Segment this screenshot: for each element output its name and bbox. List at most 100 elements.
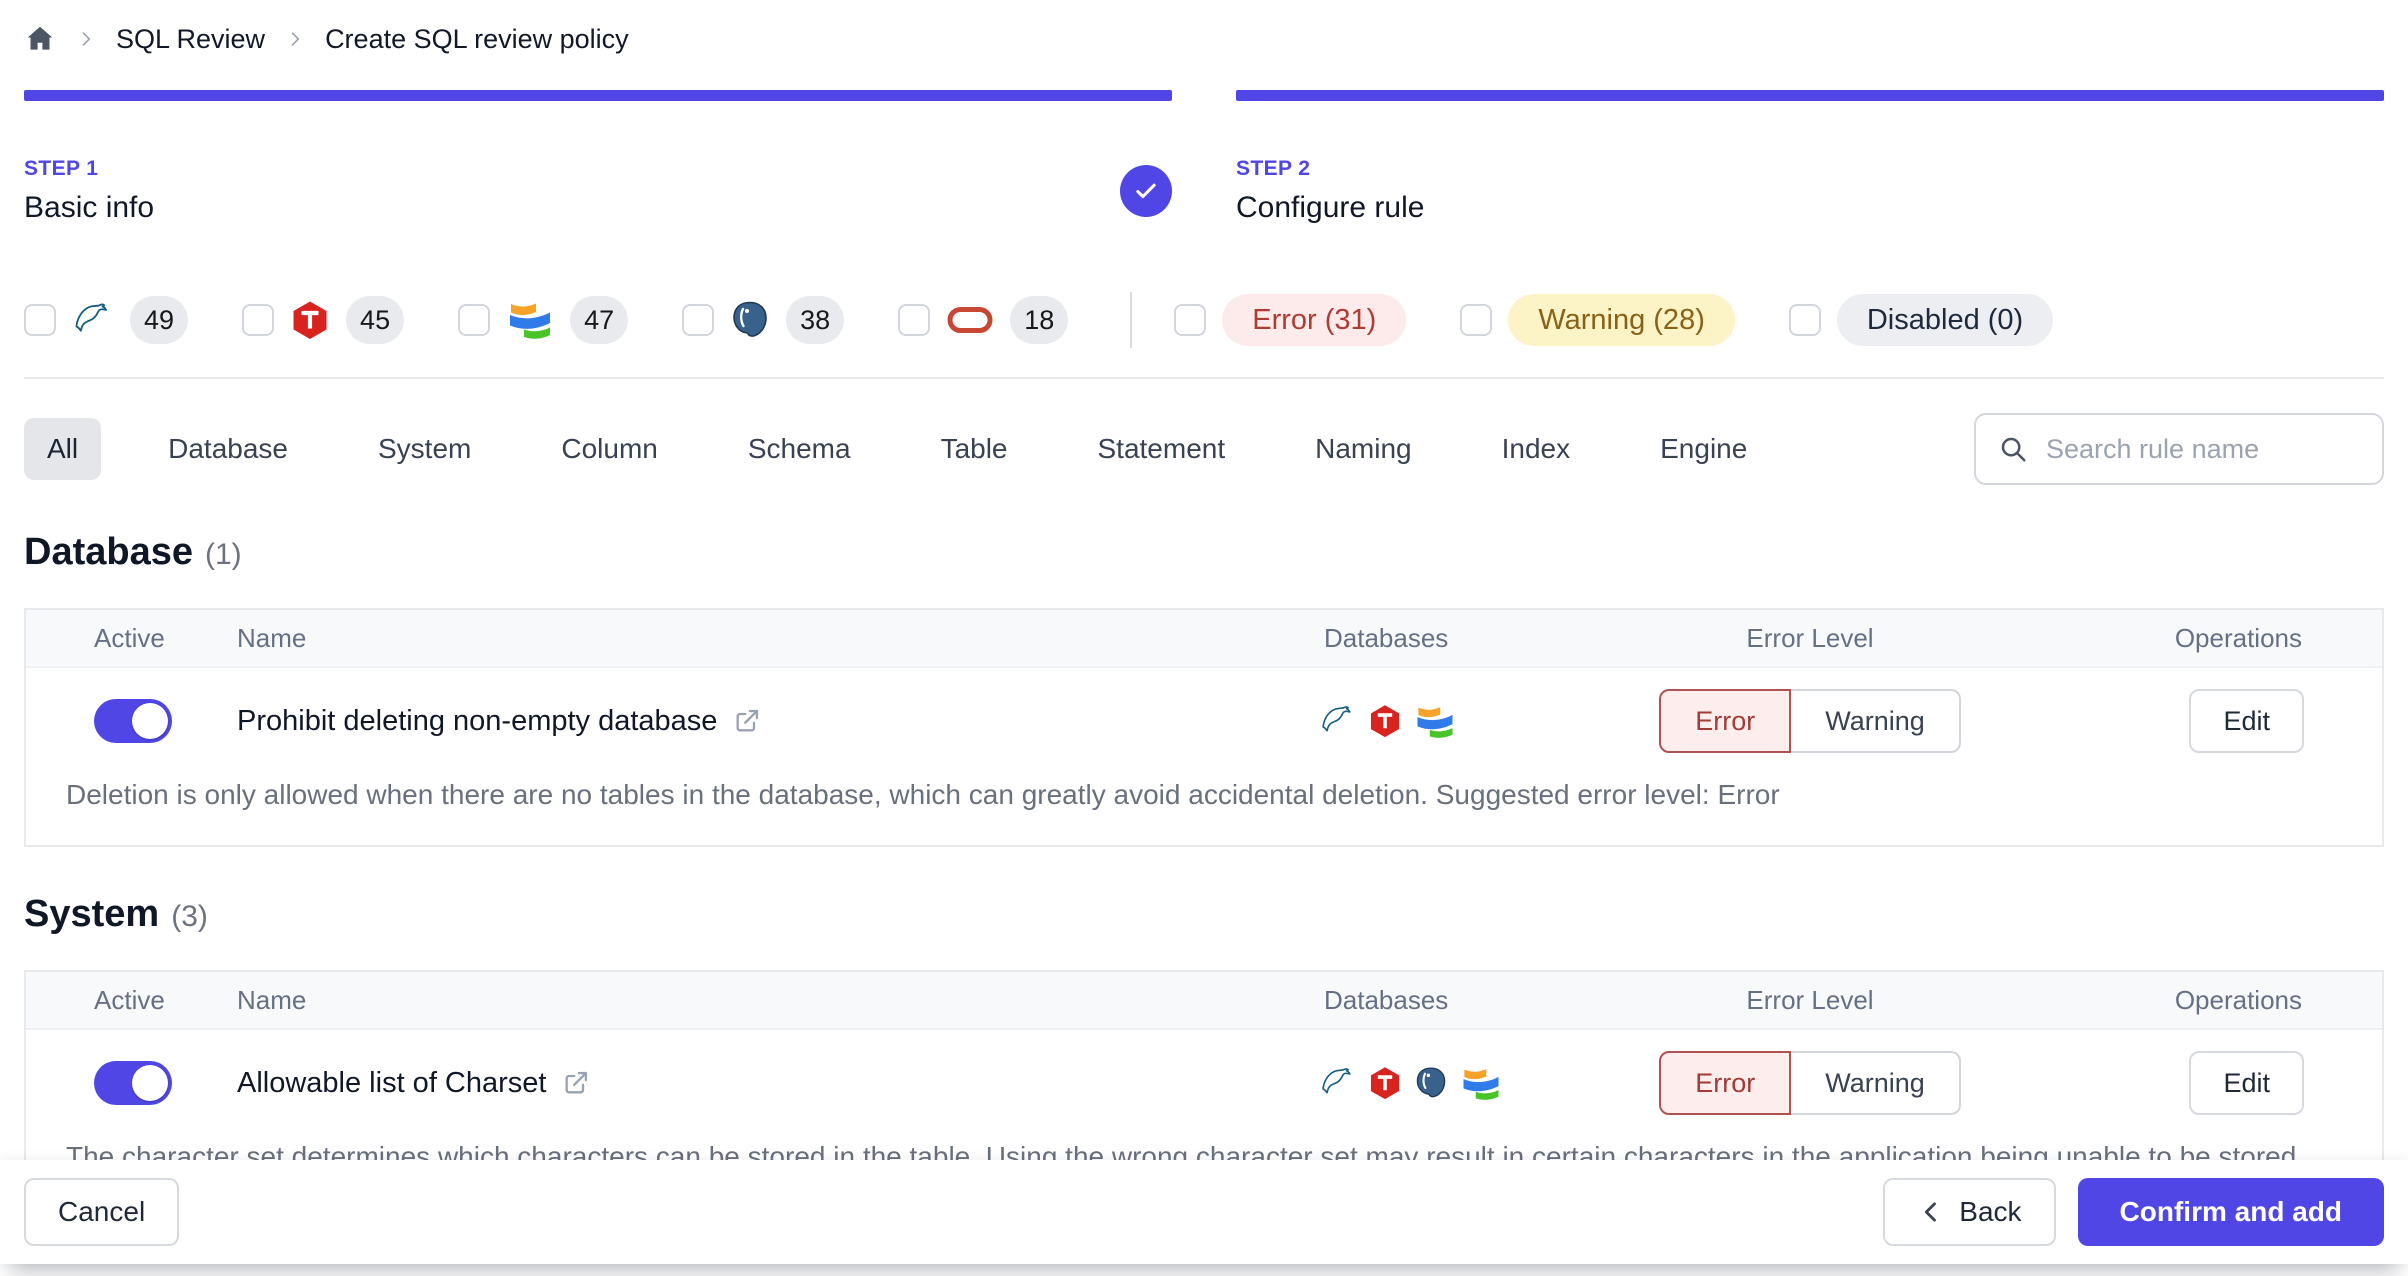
external-link-icon[interactable] — [733, 707, 761, 735]
step-1-label: STEP 1 — [24, 157, 99, 180]
column-header-operations: Operations — [2174, 622, 2302, 653]
disabled-checkbox[interactable] — [1788, 304, 1821, 336]
tab-all[interactable]: All — [24, 418, 102, 480]
toggle-knob — [132, 703, 168, 739]
breadcrumb: SQL Review Create SQL review policy — [24, 0, 2384, 54]
tab-table[interactable]: Table — [918, 418, 1031, 480]
edit-button[interactable]: Edit — [2189, 1051, 2304, 1115]
oracle-checkbox[interactable] — [898, 304, 931, 336]
confirm-and-add-button[interactable]: Confirm and add — [2077, 1178, 2384, 1246]
section-title: System — [24, 893, 160, 935]
cancel-button[interactable]: Cancel — [24, 1178, 180, 1246]
oceanbase-checkbox[interactable] — [458, 304, 491, 336]
rule-databases — [1290, 1065, 1560, 1102]
column-header-error-level: Error Level — [1746, 622, 1874, 653]
error-level-selector: Error Warning — [1659, 689, 1961, 753]
filter-engine-postgresql: 38 — [682, 296, 845, 344]
footer-action-bar: Cancel Back Confirm and add — [0, 1160, 2408, 1264]
error-count-pill[interactable]: Error (31) — [1222, 294, 1407, 346]
step-indicator: STEP 1 Basic info STEP 2 Configure rule — [24, 90, 2384, 239]
chevron-right-icon — [285, 29, 305, 49]
warning-count-pill[interactable]: Warning (28) — [1508, 294, 1735, 346]
error-level-error-button[interactable]: Error — [1659, 1051, 1792, 1115]
section-count: (1) — [204, 538, 242, 571]
section-divider — [24, 377, 2384, 379]
tab-database[interactable]: Database — [145, 418, 311, 480]
oracle-count-badge: 18 — [1010, 296, 1069, 344]
breadcrumb-sql-review[interactable]: SQL Review — [116, 24, 265, 55]
filter-level-error: Error (31) — [1174, 294, 1407, 346]
oceanbase-icon — [1460, 1065, 1502, 1102]
table-row: Prohibit deleting non-empty database Err… — [26, 668, 2382, 774]
column-header-databases: Databases — [1324, 984, 1449, 1015]
external-link-icon[interactable] — [562, 1069, 590, 1097]
tab-column[interactable]: Column — [538, 418, 680, 480]
tab-index[interactable]: Index — [1479, 418, 1594, 480]
postgresql-checkbox[interactable] — [682, 304, 715, 336]
tidb-count-badge: 45 — [346, 296, 405, 344]
toggle-knob — [132, 1065, 168, 1101]
tab-naming[interactable]: Naming — [1292, 418, 1434, 480]
error-level-error-button[interactable]: Error — [1659, 689, 1792, 753]
rule-databases — [1290, 703, 1560, 740]
create-sql-review-policy-page: SQL Review Create SQL review policy STEP… — [0, 0, 2408, 1250]
column-header-name: Name — [237, 622, 307, 653]
oceanbase-count-badge: 47 — [570, 296, 629, 344]
table-header-row: Active Name Databases Error Level Operat… — [26, 972, 2382, 1030]
filter-level-disabled: Disabled (0) — [1788, 294, 2054, 346]
step-2-progress-bar — [1236, 90, 2384, 101]
disabled-count-pill[interactable]: Disabled (0) — [1836, 294, 2054, 346]
tidb-icon — [1368, 1066, 1402, 1100]
error-level-warning-button[interactable]: Warning — [1791, 689, 1961, 753]
rule-name-link[interactable]: Prohibit deleting non-empty database — [237, 705, 1290, 738]
error-level-warning-button[interactable]: Warning — [1791, 1051, 1961, 1115]
postgresql-count-badge: 38 — [786, 296, 845, 344]
postgresql-icon — [730, 300, 770, 340]
mysql-icon — [1320, 1065, 1356, 1101]
error-level-selector: Error Warning — [1659, 1051, 1961, 1115]
filter-engine-mysql: 49 — [24, 296, 189, 344]
tab-schema[interactable]: Schema — [725, 418, 874, 480]
tidb-icon — [1368, 704, 1402, 738]
section-header-system: System (3) — [24, 893, 2384, 936]
search-input[interactable] — [2044, 432, 2360, 466]
tab-system[interactable]: System — [355, 418, 494, 480]
filter-engine-oracle: 18 — [898, 296, 1069, 344]
mysql-icon — [72, 300, 114, 340]
step-2-title: Configure rule — [1236, 191, 1425, 224]
search-box — [1974, 413, 2384, 485]
tidb-checkbox[interactable] — [242, 304, 275, 336]
oceanbase-icon — [506, 299, 554, 341]
table-header-row: Active Name Databases Error Level Operat… — [26, 610, 2382, 668]
rule-active-toggle[interactable] — [94, 1061, 172, 1105]
table-row: Allowable list of Charset Error Warning … — [26, 1030, 2382, 1136]
chevron-right-icon — [76, 29, 96, 49]
oracle-icon — [946, 304, 994, 336]
tab-engine[interactable]: Engine — [1637, 418, 1770, 480]
step-1-completed-badge — [1120, 165, 1172, 217]
search-icon — [1998, 434, 2028, 464]
mysql-icon — [1320, 703, 1356, 739]
error-checkbox[interactable] — [1174, 304, 1207, 336]
rule-name-link[interactable]: Allowable list of Charset — [237, 1067, 1290, 1100]
tab-statement[interactable]: Statement — [1075, 418, 1249, 480]
tidb-icon — [290, 300, 330, 340]
back-button[interactable]: Back — [1883, 1178, 2056, 1246]
warning-checkbox[interactable] — [1460, 304, 1493, 336]
mysql-count-badge: 49 — [130, 296, 189, 344]
filter-engine-tidb: 45 — [242, 296, 405, 344]
column-header-active: Active — [94, 622, 165, 653]
breadcrumb-current-page: Create SQL review policy — [325, 23, 629, 54]
rule-active-toggle[interactable] — [94, 699, 172, 743]
chevron-left-icon — [1917, 1198, 1945, 1226]
section-header-database: Database (1) — [24, 531, 2384, 574]
column-header-operations: Operations — [2174, 984, 2302, 1015]
home-icon[interactable] — [24, 23, 56, 55]
edit-button[interactable]: Edit — [2189, 689, 2304, 753]
filter-bar: 49 45 47 38 18 Error (31) Warning (28) D… — [24, 292, 2384, 348]
column-header-name: Name — [237, 984, 307, 1015]
mysql-checkbox[interactable] — [24, 304, 56, 336]
step-1: STEP 1 Basic info — [24, 90, 1172, 239]
section-title: Database — [24, 531, 193, 573]
filter-level-warning: Warning (28) — [1460, 294, 1735, 346]
